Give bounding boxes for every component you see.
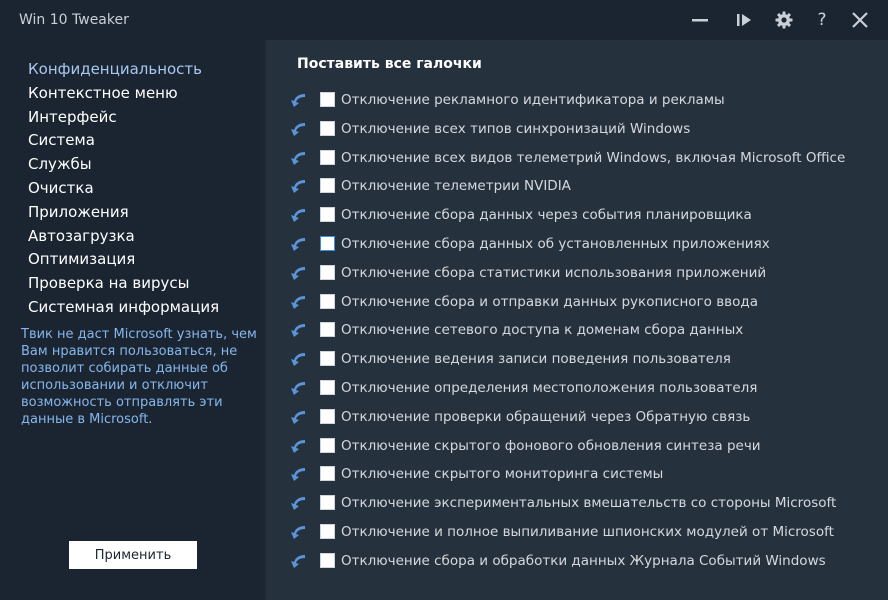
option-label[interactable]: Отключение и полное выпиливание шпионски… xyxy=(341,524,834,540)
option-label[interactable]: Отключение всех типов синхронизаций Wind… xyxy=(341,121,690,137)
option-label[interactable]: Отключение сбора данных через события пл… xyxy=(341,207,752,223)
option-label[interactable]: Отключение сбора статистики использовани… xyxy=(341,265,766,281)
option-checkbox[interactable] xyxy=(320,552,335,568)
info-arrow-icon[interactable] xyxy=(290,321,308,339)
option-checkbox[interactable] xyxy=(320,322,335,338)
sidebar-item-2[interactable]: Интерфейс xyxy=(28,108,117,126)
option-row: Отключение телеметрии NVIDIA xyxy=(290,175,880,197)
sidebar-item-9[interactable]: Проверка на вирусы xyxy=(28,274,189,292)
sidebar-item-7[interactable]: Автозагрузка xyxy=(28,227,135,245)
option-row: Отключение сбора и обработки данных Журн… xyxy=(290,550,880,572)
sidebar-item-1[interactable]: Контекстное меню xyxy=(28,84,178,102)
play-icon xyxy=(737,14,751,26)
option-checkbox[interactable] xyxy=(320,120,335,136)
info-arrow-icon[interactable] xyxy=(290,177,308,195)
info-arrow-icon[interactable] xyxy=(290,235,308,253)
option-checkbox[interactable] xyxy=(320,207,335,223)
option-checkbox[interactable] xyxy=(320,466,335,482)
info-arrow-icon[interactable] xyxy=(290,91,308,109)
option-row: Отключение ведения записи поведения поль… xyxy=(290,348,880,370)
help-icon: ? xyxy=(817,10,827,30)
option-label[interactable]: Отключение сбора данных об установленных… xyxy=(341,236,770,252)
apply-button[interactable]: Применить xyxy=(69,541,197,569)
gear-icon xyxy=(775,11,793,29)
title-bar: Win 10 Tweaker ? xyxy=(0,0,888,40)
option-checkbox[interactable] xyxy=(320,149,335,165)
option-label[interactable]: Отключение скрытого фонового обновления … xyxy=(341,438,761,454)
sidebar-item-8[interactable]: Оптимизация xyxy=(28,250,135,268)
option-label[interactable]: Отключение экспериментальных вмешательст… xyxy=(341,495,836,511)
option-label[interactable]: Отключение телеметрии NVIDIA xyxy=(341,178,571,194)
option-label[interactable]: Отключение ведения записи поведения поль… xyxy=(341,351,731,367)
option-row: Отключение сбора данных через события пл… xyxy=(290,204,880,226)
option-row: Отключение всех типов синхронизаций Wind… xyxy=(290,118,880,140)
sidebar-item-0[interactable]: Конфиденциальность xyxy=(28,60,202,78)
option-row: Отключение определения местоположения по… xyxy=(290,377,880,399)
option-checkbox[interactable] xyxy=(320,437,335,453)
sidebar-item-3[interactable]: Система xyxy=(28,131,95,149)
option-row: Отключение рекламного идентификатора и р… xyxy=(290,89,880,111)
minimize-button[interactable] xyxy=(688,8,712,32)
option-label[interactable]: Отключение проверки обращений через Обра… xyxy=(341,409,750,425)
info-arrow-icon[interactable] xyxy=(290,264,308,282)
option-label[interactable]: Отключение сбора и обработки данных Журн… xyxy=(341,553,826,569)
option-row: Отключение сбора статистики использовани… xyxy=(290,262,880,284)
option-checkbox[interactable] xyxy=(320,408,335,424)
info-arrow-icon[interactable] xyxy=(290,350,308,368)
sidebar-item-6[interactable]: Приложения xyxy=(28,203,129,221)
option-label[interactable]: Отключение сетевого доступа к доменам сб… xyxy=(341,322,743,338)
option-row: Отключение сбора и отправки данных рукоп… xyxy=(290,291,880,313)
option-checkbox[interactable] xyxy=(320,380,335,395)
option-checkbox[interactable] xyxy=(320,264,335,280)
play-button[interactable] xyxy=(732,8,756,32)
option-checkbox[interactable] xyxy=(320,293,335,309)
option-checkbox[interactable] xyxy=(320,178,335,194)
main-panel: Поставить все галочки Отключение рекламн… xyxy=(266,40,888,600)
option-row: Отключение сбора данных об установленных… xyxy=(290,233,880,255)
option-row: Отключение скрытого фонового обновления … xyxy=(290,435,880,457)
help-button[interactable]: ? xyxy=(810,8,834,32)
option-checkbox[interactable] xyxy=(320,92,335,107)
option-row: Отключение скрытого мониторинга системы xyxy=(290,463,880,485)
option-label[interactable]: Отключение скрытого мониторинга системы xyxy=(341,466,663,482)
info-arrow-icon[interactable] xyxy=(290,149,308,167)
info-arrow-icon[interactable] xyxy=(290,437,308,455)
select-all-link[interactable]: Поставить все галочки xyxy=(297,56,482,72)
info-arrow-icon[interactable] xyxy=(290,465,308,483)
sidebar-item-10[interactable]: Системная информация xyxy=(28,298,219,316)
info-arrow-icon[interactable] xyxy=(290,523,308,541)
sidebar-item-5[interactable]: Очистка xyxy=(28,179,94,197)
option-row: Отключение сетевого доступа к доменам сб… xyxy=(290,319,880,341)
info-arrow-icon[interactable] xyxy=(290,494,308,512)
option-checkbox[interactable] xyxy=(320,524,335,539)
option-row: Отключение проверки обращений через Обра… xyxy=(290,406,880,428)
sidebar-item-4[interactable]: Службы xyxy=(28,155,92,173)
minimize-icon xyxy=(692,19,708,22)
info-arrow-icon[interactable] xyxy=(290,120,308,138)
option-row: Отключение и полное выпиливание шпионски… xyxy=(290,521,880,543)
option-label[interactable]: Отключение всех видов телеметрий Windows… xyxy=(341,150,845,166)
close-button[interactable] xyxy=(848,8,872,32)
option-checkbox[interactable] xyxy=(320,351,335,367)
option-label[interactable]: Отключение определения местоположения по… xyxy=(341,380,757,396)
option-checkbox[interactable] xyxy=(320,495,335,511)
settings-button[interactable] xyxy=(772,8,796,32)
info-arrow-icon[interactable] xyxy=(290,552,308,570)
close-icon xyxy=(852,12,868,28)
info-arrow-icon[interactable] xyxy=(290,293,308,311)
info-arrow-icon[interactable] xyxy=(290,408,308,426)
sidebar: Конфиденциальность Контекстное меню Интерф… xyxy=(0,40,266,600)
option-label[interactable]: Отключение сбора и отправки данных рукоп… xyxy=(341,294,758,310)
sidebar-description: Твик не даст Microsoft узнать, чем Вам н… xyxy=(21,327,257,427)
option-label[interactable]: Отключение рекламного идентификатора и р… xyxy=(341,92,725,108)
app-title: Win 10 Tweaker xyxy=(19,12,129,28)
info-arrow-icon[interactable] xyxy=(290,379,308,397)
option-row: Отключение экспериментальных вмешательст… xyxy=(290,492,880,514)
info-arrow-icon[interactable] xyxy=(290,206,308,224)
option-row: Отключение всех видов телеметрий Windows… xyxy=(290,147,880,169)
option-checkbox[interactable] xyxy=(320,236,335,251)
